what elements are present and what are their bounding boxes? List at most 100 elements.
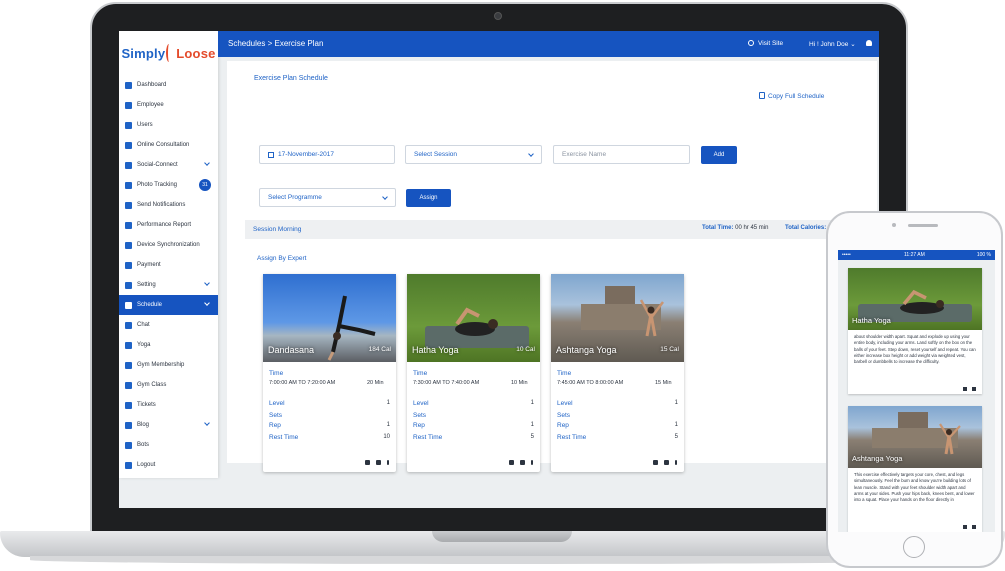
user-menu[interactable]: Hi ! John Doe ⌄ [809,40,856,48]
breadcrumb[interactable]: Schedules > Exercise Plan [228,39,323,48]
sidebar-item-logout[interactable]: Logout [119,455,218,475]
sidebar-item-label: Employee [137,102,164,108]
duration: 20 Min [367,380,384,386]
sidebar-item-label: Performance Report [137,222,192,228]
time-label: Time [557,370,572,377]
sidebar-item-label: Send Notifications [137,202,186,208]
sets-label: Sets [557,412,571,419]
more-icon[interactable] [531,460,533,465]
edit-icon[interactable] [963,525,967,529]
level-row: Level 1 [269,400,390,407]
phone-icon [125,121,132,129]
sidebar-item-yoga[interactable]: Yoga [119,335,218,355]
session-select[interactable]: Select Session [405,145,542,164]
copy-icon [759,92,765,99]
delete-icon[interactable] [664,460,669,465]
sidebar-item-gym-class[interactable]: Gym Class [119,375,218,395]
session-select-value: Select Session [414,151,457,158]
sidebar-item-tickets[interactable]: Tickets [119,395,218,415]
yoga-icon [125,341,132,349]
sidebar-item-label: Logout [137,462,156,468]
sidebar-item-employee[interactable]: Employee [119,95,218,115]
globe-icon [748,40,754,46]
sidebar-item-payment[interactable]: Payment [119,255,218,275]
logo-figure-icon [166,44,172,62]
exercise-photo: Hatha Yoga 10 Cal [407,274,540,362]
gear-icon [125,281,132,289]
rep-label: Rep [269,422,281,429]
edit-icon[interactable] [509,460,514,465]
sidebar-item-chat[interactable]: Chat [119,315,218,335]
chevron-down-icon [204,420,210,426]
sidebar-item-users[interactable]: Users [119,115,218,135]
sidebar-item-label: Gym Membership [137,362,185,368]
copy-schedule-link[interactable]: Copy Full Schedule [759,92,824,100]
exercise-name: Ashtanga Yoga [852,454,903,463]
sidebar-item-label: Bots [137,442,150,448]
card-actions [653,460,677,465]
sidebar-item-bots[interactable]: Bots [119,435,218,455]
exercise-name-input[interactable]: Exercise Name [553,145,690,164]
logo[interactable]: Simply Loose [119,31,218,75]
card-actions [509,460,533,465]
sidebar-item-label: Device Synchronization [137,242,200,248]
time-range-value: 7:45:00 AM TO 8:00:00 AM [557,380,624,386]
sidebar-item-social-connect[interactable]: Social-Connect [119,155,218,175]
add-button[interactable]: Add [701,146,737,164]
laptop-screen: Simply Loose Dashboard Employee Users Onlin… [119,31,879,508]
phone-speaker [908,224,938,227]
sets-label: Sets [413,412,427,419]
id-card-icon [125,101,132,109]
edit-icon[interactable] [963,387,967,391]
card-icon [125,261,132,269]
calendar-icon [268,151,274,158]
sidebar-item-blog[interactable]: Blog [119,415,218,435]
time-range: 7:00:00 AM TO 7:20:00 AM 20 Min [269,380,390,386]
sidebar-item-online-consultation[interactable]: Online Consultation [119,135,218,155]
phone-exercise-card[interactable]: Ashtanga Yoga This exercise effectively … [848,406,982,532]
sidebar-item-device-synchronization[interactable]: Device Synchronization [119,235,218,255]
sidebar-item-schedule[interactable]: Schedule [119,295,218,315]
level-row: Level 1 [413,400,534,407]
sidebar-item-send-notifications[interactable]: Send Notifications [119,195,218,215]
sidebar-item-label: Gym Class [137,382,167,388]
exercise-card[interactable]: Ashtanga Yoga 15 Cal Time 7:45:00 AM TO … [551,274,684,472]
programme-select-value: Select Programme [268,194,322,201]
sidebar-item-dashboard[interactable]: Dashboard [119,75,218,95]
sidebar-item-gym-membership[interactable]: Gym Membership [119,355,218,375]
chat-icon [125,321,132,329]
rest-row: Rest Time 10 [269,434,390,441]
chevron-down-icon [204,160,210,166]
delete-icon[interactable] [972,387,976,391]
bell-icon[interactable] [866,40,872,46]
sidebar-item-setting[interactable]: Setting [119,275,218,295]
assign-button[interactable]: Assign [406,189,451,207]
delete-icon[interactable] [972,525,976,529]
visit-site-link[interactable]: Visit Site [748,40,783,47]
total-time: Total Time: 00 hr 45 min [702,225,768,231]
rep-value: 1 [386,422,390,428]
phone-screen: ••••• 11:27 AM 100 % Hatha Yoga about sh… [838,250,995,532]
exercise-name-placeholder: Exercise Name [562,151,607,158]
more-icon[interactable] [387,460,389,465]
duration: 15 Min [655,380,672,386]
exercise-name: Hatha Yoga [412,345,459,355]
delete-icon[interactable] [520,460,525,465]
phone-exercise-card[interactable]: Hatha Yoga about shoulder width apart. S… [848,268,982,394]
sidebar-item-performance-report[interactable]: Performance Report [119,215,218,235]
edit-icon[interactable] [365,460,370,465]
delete-icon[interactable] [376,460,381,465]
more-icon[interactable] [675,460,677,465]
logout-icon [125,461,132,469]
rep-row: Rep 1 [557,422,678,429]
exercise-card[interactable]: Dandasana 184 Cal Time 7:00:00 AM TO 7:2… [263,274,396,472]
exercise-card[interactable]: Hatha Yoga 10 Cal Time 7:30:00 AM TO 7:4… [407,274,540,472]
exercise-description: about shoulder width apart. Squat and ex… [854,334,976,365]
phone-home-button[interactable] [903,536,925,558]
date-picker[interactable]: 17-November-2017 [259,145,395,164]
programme-select[interactable]: Select Programme [259,188,396,207]
total-time-value: 00 hr 45 min [735,225,769,231]
sidebar-item-photo-tracking[interactable]: Photo Tracking 31 [119,175,218,195]
rep-row: Rep 1 [413,422,534,429]
edit-icon[interactable] [653,460,658,465]
